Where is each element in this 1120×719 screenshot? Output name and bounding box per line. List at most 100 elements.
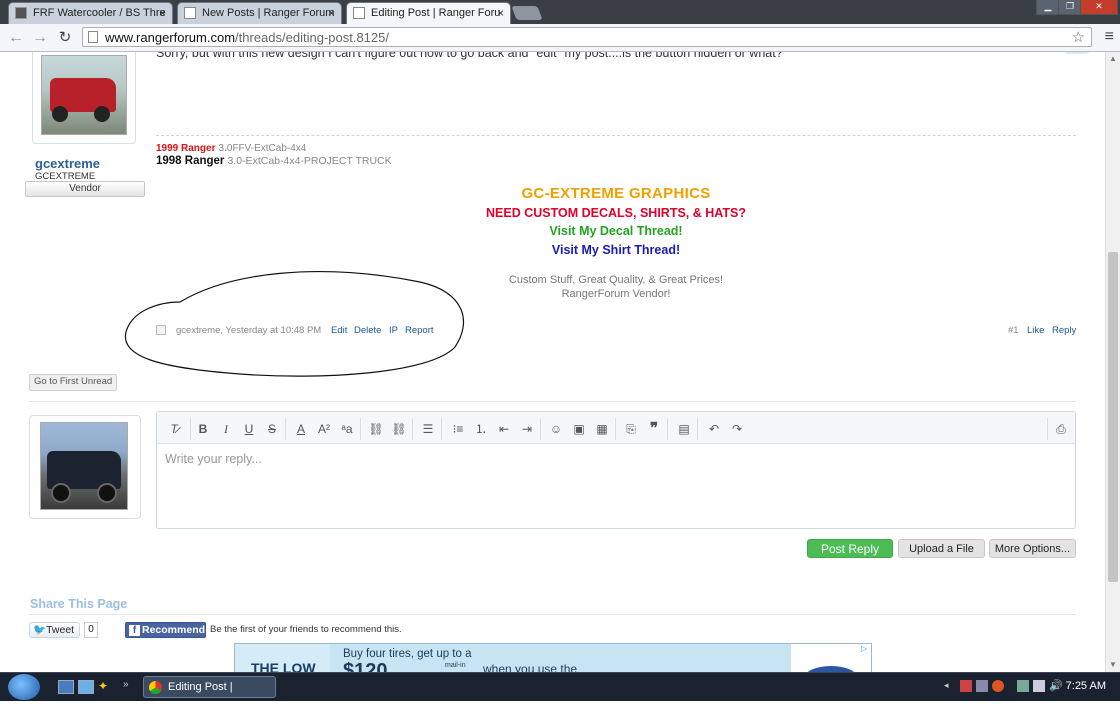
facebook-recommend-button[interactable]: f Recommend [125, 622, 206, 638]
page-icon [88, 31, 98, 43]
post-number[interactable]: #1 [1008, 325, 1019, 336]
scroll-down-icon[interactable]: ▼ [1109, 660, 1117, 669]
indent-icon[interactable]: ⇥ [519, 421, 535, 437]
font-size-icon[interactable]: A² [316, 421, 332, 437]
bookmark-star-icon[interactable]: ☆ [1072, 28, 1085, 46]
reply-placeholder[interactable]: Write your reply... [165, 452, 262, 466]
select-post-checkbox[interactable] [156, 325, 166, 335]
tray-app-icon[interactable] [960, 680, 972, 692]
smilie-icon[interactable]: ☺ [548, 421, 564, 437]
like-link[interactable]: Like [1027, 325, 1044, 336]
text-color-icon[interactable]: A [293, 421, 309, 437]
signature-need: NEED CUSTOM DECALS, SHIRTS, & HATS? [486, 206, 746, 220]
url-text: www.rangerforum.com/threads/editing-post… [105, 30, 389, 45]
tab-frf-watercooler[interactable]: FRF Watercooler / BS Thre × [8, 2, 173, 24]
tab-editing-post[interactable]: Editing Post | Ranger Foru × [346, 2, 511, 24]
author-username[interactable]: gcextreme [35, 156, 100, 171]
post-message: Sorry, but with this new design I can't … [156, 52, 783, 60]
browser-tab-strip: FRF Watercooler / BS Thre × New Posts | … [0, 0, 1120, 24]
toggle-bbcode-icon[interactable]: ⎙ [1053, 421, 1069, 437]
ad-amount: $120 [343, 660, 388, 672]
tab-close-icon[interactable]: × [497, 3, 504, 23]
taskbar-clock[interactable]: 7:25 AM [1066, 680, 1106, 692]
reply-avatar-box [29, 415, 141, 519]
menu-icon[interactable]: ≡ [1105, 28, 1114, 46]
divider [29, 401, 1076, 402]
show-desktop-icon[interactable] [58, 680, 74, 694]
media-icon[interactable]: ▦ [594, 421, 610, 437]
page-content: gcextreme GCEXTREME Vendor Sorry, but wi… [0, 52, 1105, 672]
redo-icon[interactable]: ↷ [729, 421, 745, 437]
tray-app-icon[interactable] [992, 680, 1004, 692]
outdent-icon[interactable]: ⇤ [496, 421, 512, 437]
tab-close-icon[interactable]: × [328, 3, 335, 23]
ad-line1: Buy four tires, get up to a [343, 648, 472, 660]
quick-launch-icon[interactable] [78, 680, 94, 694]
ip-link[interactable]: IP [389, 325, 398, 336]
underline-icon[interactable]: U [241, 421, 257, 437]
browser-toolbar: ← → ↻ www.rangerforum.com/threads/editin… [0, 24, 1120, 52]
delete-link[interactable]: Delete [354, 325, 381, 336]
undo-icon[interactable]: ↶ [706, 421, 722, 437]
avatar[interactable] [40, 422, 128, 510]
align-icon[interactable]: ☰ [420, 421, 436, 437]
more-options-button[interactable]: More Options... [989, 539, 1076, 558]
quote-tab [1063, 52, 1091, 54]
reload-icon[interactable]: ↻ [55, 28, 75, 48]
decal-thread-link[interactable]: Visit My Decal Thread! [0, 224, 1105, 238]
save-draft-icon[interactable]: ▤ [676, 421, 692, 437]
volume-icon[interactable]: 🔊 [1049, 680, 1063, 692]
quote-icon[interactable]: ❞ [646, 421, 662, 437]
scroll-up-icon[interactable]: ▲ [1109, 54, 1117, 63]
strikethrough-icon[interactable]: S [264, 421, 280, 437]
go-to-first-unread-button[interactable]: Go to First Unread [29, 374, 118, 391]
divider [29, 614, 1076, 615]
close-window-icon[interactable]: ✕ [1080, 0, 1118, 15]
back-arrow-icon[interactable]: ← [6, 28, 26, 48]
forward-arrow-icon[interactable]: → [30, 28, 50, 48]
new-tab-button[interactable] [511, 6, 543, 20]
ad-sponsor-area: ▷ [791, 644, 871, 672]
edit-link[interactable]: Edit [331, 325, 347, 336]
image-icon[interactable]: ▣ [571, 421, 587, 437]
signature-line-1: 1999 Ranger 3.0FFV-ExtCab-4x4 [156, 143, 307, 154]
scrollbar-thumb[interactable] [1108, 252, 1118, 582]
avatar[interactable] [41, 55, 127, 135]
quick-launch-app-icon[interactable]: ✦ [98, 680, 112, 692]
upload-file-button[interactable]: Upload a File [898, 539, 985, 558]
shirt-thread-link[interactable]: Visit My Shirt Thread! [0, 243, 1105, 257]
network-icon[interactable] [1033, 680, 1045, 692]
post-avatar-box [32, 52, 136, 144]
post-reply-button[interactable]: Post Reply [807, 539, 893, 558]
report-link[interactable]: Report [405, 325, 434, 336]
tray-app-icon[interactable] [1017, 680, 1029, 692]
taskbar-chrome-window[interactable]: Editing Post | Range... [143, 676, 276, 714]
ad-banner[interactable]: THE LOW Buy four tires, get up to a $120… [234, 643, 872, 672]
italic-icon[interactable]: I [218, 421, 234, 437]
tab-close-icon[interactable]: × [159, 3, 166, 23]
tray-expand-icon[interactable]: ◂ [944, 680, 956, 692]
tab-title: Editing Post | Ranger Foru [371, 7, 501, 19]
ad-choices-icon[interactable]: ▷ [861, 644, 867, 653]
tray-app-icon[interactable] [976, 680, 988, 692]
unlink-icon[interactable]: ⛓ [391, 421, 407, 437]
minimize-icon[interactable]: ▁ [1036, 0, 1060, 15]
tweet-button[interactable]: 🐦Tweet [29, 622, 80, 638]
forum-favicon-icon [15, 7, 27, 19]
page-scrollbar[interactable]: ▲ ▼ [1105, 52, 1120, 672]
link-icon[interactable]: ⛓ [368, 421, 384, 437]
quick-launch-expand-icon[interactable]: » [123, 680, 137, 692]
tab-new-posts[interactable]: New Posts | Ranger Forum × [177, 2, 342, 24]
bold-icon[interactable]: B [195, 421, 211, 437]
reply-link[interactable]: Reply [1052, 325, 1076, 336]
font-family-icon[interactable]: ᵃa [339, 421, 355, 437]
bullet-list-icon[interactable]: ⁝≡ [450, 421, 466, 437]
start-button-icon[interactable] [8, 674, 40, 700]
address-bar[interactable]: www.rangerforum.com/threads/editing-post… [82, 27, 1092, 47]
remove-format-icon[interactable]: T̷ [166, 421, 182, 437]
code-icon[interactable]: ⎘ [623, 421, 639, 437]
hand-drawn-circle [124, 271, 464, 377]
page-favicon-icon [184, 7, 196, 19]
numbered-list-icon[interactable]: ⒈ [473, 421, 489, 437]
maximize-icon[interactable]: ❐ [1058, 0, 1082, 15]
